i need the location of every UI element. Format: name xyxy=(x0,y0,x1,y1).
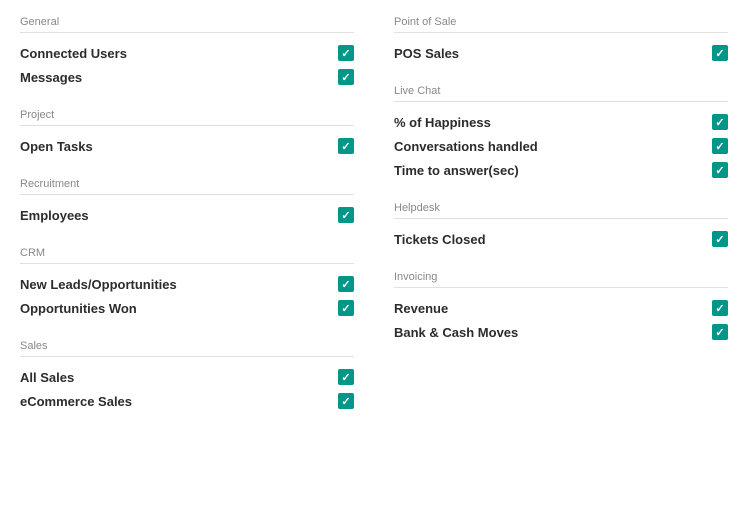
section-header: Sales xyxy=(20,340,354,357)
checkbox-icon[interactable] xyxy=(338,138,354,154)
section-item[interactable]: Bank & Cash Moves xyxy=(394,320,728,344)
section-item[interactable]: Connected Users xyxy=(20,41,354,65)
item-label: Conversations handled xyxy=(394,139,702,154)
item-label: Tickets Closed xyxy=(394,232,702,247)
checkbox-icon[interactable] xyxy=(712,138,728,154)
checkbox-icon[interactable] xyxy=(338,369,354,385)
checkbox-icon[interactable] xyxy=(712,231,728,247)
checkbox-icon[interactable] xyxy=(338,45,354,61)
item-label: Opportunities Won xyxy=(20,301,328,316)
section-live-chat: Live Chat % of Happiness Conversations han… xyxy=(394,85,728,182)
section-invoicing: Invoicing Revenue Bank & Cash Moves xyxy=(394,271,728,344)
item-label: New Leads/Opportunities xyxy=(20,277,328,292)
section-project: Project Open Tasks xyxy=(20,109,354,158)
section-header: Project xyxy=(20,109,354,126)
checkbox-icon[interactable] xyxy=(712,324,728,340)
section-item[interactable]: % of Happiness xyxy=(394,110,728,134)
section-header: CRM xyxy=(20,247,354,264)
item-label: Connected Users xyxy=(20,46,328,61)
section-item[interactable]: Opportunities Won xyxy=(20,296,354,320)
section-item[interactable]: eCommerce Sales xyxy=(20,389,354,413)
section-item[interactable]: Conversations handled xyxy=(394,134,728,158)
item-label: All Sales xyxy=(20,370,328,385)
section-item[interactable]: Revenue xyxy=(394,296,728,320)
section-sales: Sales All Sales eCommerce Sales xyxy=(20,340,354,413)
checkbox-icon[interactable] xyxy=(338,300,354,316)
item-label: Messages xyxy=(20,70,328,85)
section-crm: CRM New Leads/Opportunities Opportunities … xyxy=(20,247,354,320)
section-item[interactable]: Messages xyxy=(20,65,354,89)
section-item[interactable]: Employees xyxy=(20,203,354,227)
section-helpdesk: Helpdesk Tickets Closed xyxy=(394,202,728,251)
section-point-of-sale: Point of Sale POS Sales xyxy=(394,16,728,65)
item-label: Bank & Cash Moves xyxy=(394,325,702,340)
section-item[interactable]: Tickets Closed xyxy=(394,227,728,251)
section-recruitment: Recruitment Employees xyxy=(20,178,354,227)
item-label: % of Happiness xyxy=(394,115,702,130)
section-item[interactable]: Time to answer(sec) xyxy=(394,158,728,182)
checkbox-icon[interactable] xyxy=(712,114,728,130)
section-item[interactable]: POS Sales xyxy=(394,41,728,65)
section-general: General Connected Users Messages xyxy=(20,16,354,89)
checkbox-icon[interactable] xyxy=(338,393,354,409)
section-header: General xyxy=(20,16,354,33)
right-column: Point of Sale POS Sales Live Chat % of Happ… xyxy=(394,16,728,490)
item-label: Open Tasks xyxy=(20,139,328,154)
item-label: Time to answer(sec) xyxy=(394,163,702,178)
section-header: Recruitment xyxy=(20,178,354,195)
checkbox-icon[interactable] xyxy=(712,300,728,316)
checkbox-icon[interactable] xyxy=(712,162,728,178)
checkbox-icon[interactable] xyxy=(338,207,354,223)
section-header: Point of Sale xyxy=(394,16,728,33)
page-container: General Connected Users Messages Project Ope… xyxy=(0,0,748,506)
checkbox-icon[interactable] xyxy=(712,45,728,61)
checkbox-icon[interactable] xyxy=(338,276,354,292)
checkbox-icon[interactable] xyxy=(338,69,354,85)
section-item[interactable]: All Sales xyxy=(20,365,354,389)
item-label: Revenue xyxy=(394,301,702,316)
item-label: POS Sales xyxy=(394,46,702,61)
section-item[interactable]: New Leads/Opportunities xyxy=(20,272,354,296)
item-label: Employees xyxy=(20,208,328,223)
section-header: Live Chat xyxy=(394,85,728,102)
left-column: General Connected Users Messages Project Ope… xyxy=(20,16,354,490)
section-item[interactable]: Open Tasks xyxy=(20,134,354,158)
item-label: eCommerce Sales xyxy=(20,394,328,409)
section-header: Helpdesk xyxy=(394,202,728,219)
section-header: Invoicing xyxy=(394,271,728,288)
